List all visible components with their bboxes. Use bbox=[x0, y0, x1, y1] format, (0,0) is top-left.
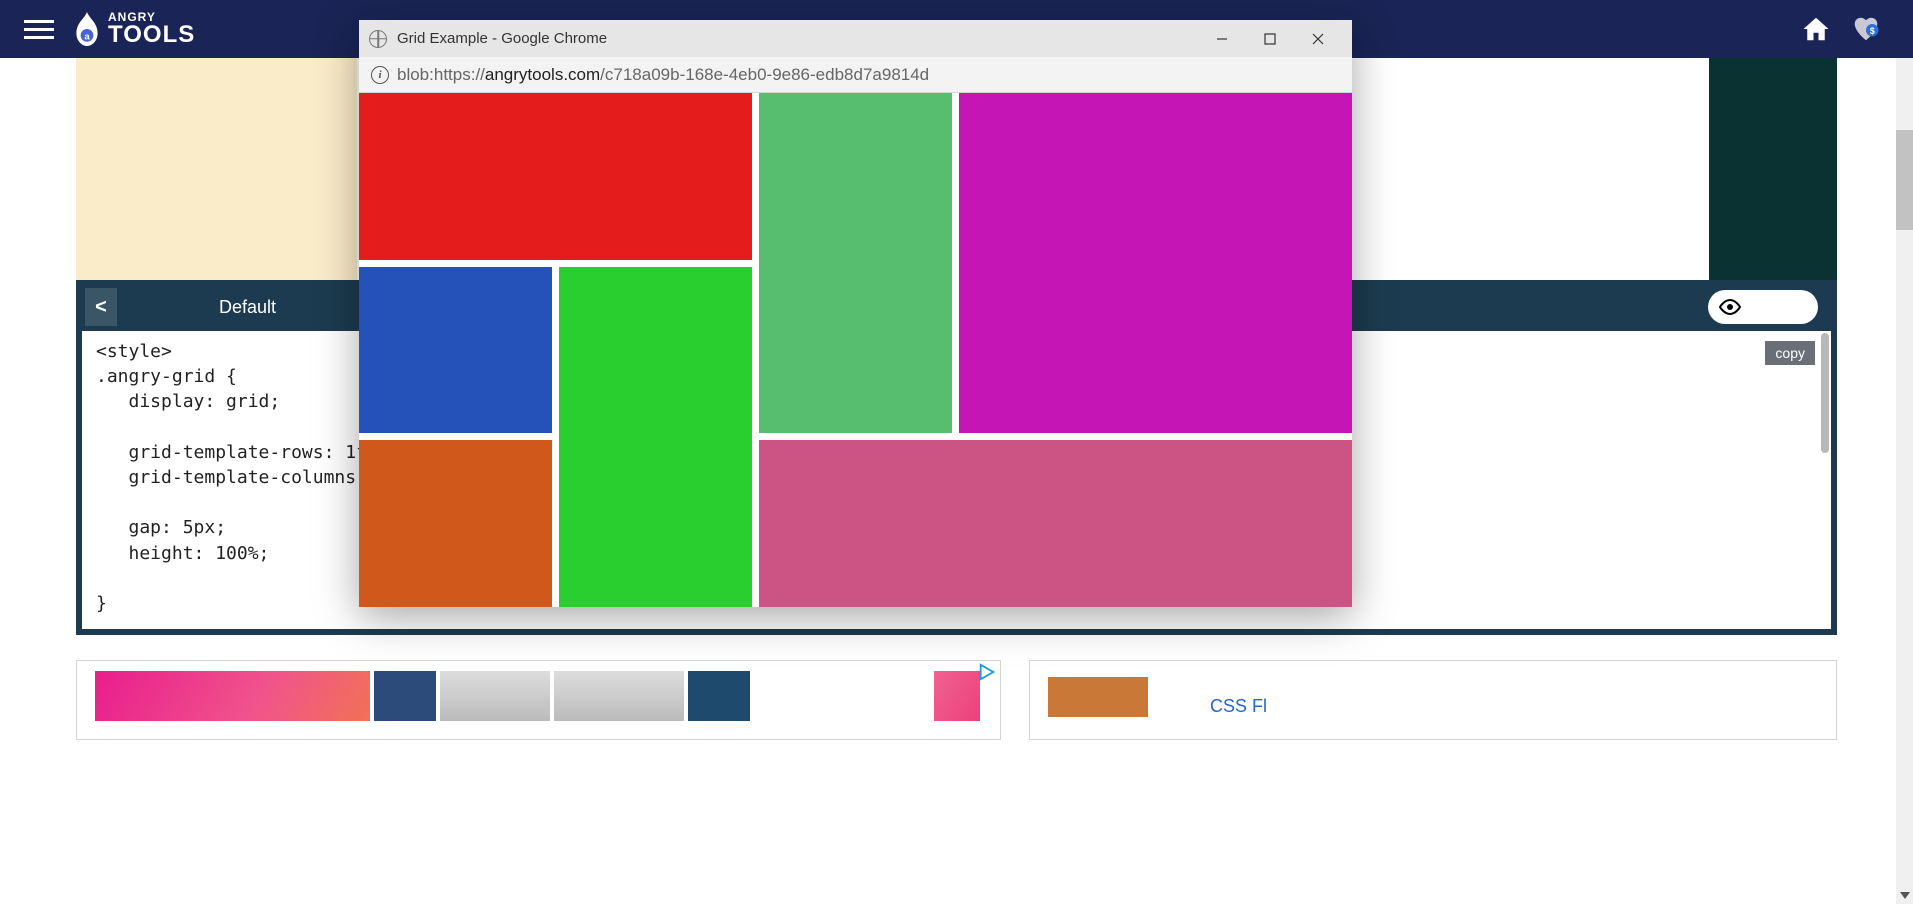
scroll-down-button[interactable] bbox=[1896, 886, 1913, 904]
scrollbar-thumb[interactable] bbox=[1896, 130, 1913, 230]
chrome-popup-window: Grid Example - Google Chrome i blob:http… bbox=[359, 20, 1352, 607]
brand-logo[interactable]: a ANGRY TOOLS bbox=[74, 11, 195, 47]
related-link[interactable]: CSS Fl bbox=[1210, 696, 1267, 717]
close-button[interactable] bbox=[1294, 20, 1342, 57]
preview-toggle-button[interactable] bbox=[1708, 290, 1818, 324]
grid-item-4 bbox=[759, 93, 952, 433]
copy-button[interactable]: copy bbox=[1765, 341, 1815, 365]
flame-icon: a bbox=[74, 12, 100, 46]
maximize-button[interactable] bbox=[1246, 20, 1294, 57]
grid-item-6 bbox=[759, 440, 1352, 607]
preview-cell-right[interactable] bbox=[1709, 58, 1837, 280]
grid-item-2 bbox=[359, 440, 552, 607]
eye-icon bbox=[1718, 295, 1742, 319]
svg-text:a: a bbox=[84, 32, 90, 43]
related-thumbnail bbox=[1048, 677, 1148, 717]
heart-donate-icon[interactable]: $ bbox=[1851, 14, 1881, 44]
ad-card[interactable] bbox=[76, 660, 1001, 740]
grid-item-1 bbox=[359, 267, 552, 434]
svg-text:$: $ bbox=[1870, 26, 1875, 36]
site-info-icon[interactable]: i bbox=[371, 66, 389, 84]
popup-titlebar[interactable]: Grid Example - Google Chrome bbox=[359, 20, 1352, 57]
globe-icon bbox=[369, 30, 387, 48]
minimize-button[interactable] bbox=[1198, 20, 1246, 57]
popup-title: Grid Example - Google Chrome bbox=[397, 30, 607, 47]
preview-cell-left[interactable] bbox=[76, 58, 357, 280]
grid-item-0 bbox=[359, 93, 752, 260]
code-scrollbar[interactable] bbox=[1821, 333, 1829, 453]
page-scrollbar[interactable] bbox=[1896, 0, 1913, 904]
popup-content bbox=[359, 93, 1352, 607]
brand-text-big: TOOLS bbox=[108, 23, 195, 47]
related-card[interactable]: CSS Fl bbox=[1029, 660, 1837, 740]
popup-address-bar[interactable]: i blob:https://angrytools.com/c718a09b-1… bbox=[359, 57, 1352, 93]
grid-item-5 bbox=[959, 93, 1352, 433]
menu-hamburger-icon[interactable] bbox=[12, 12, 62, 47]
prev-tab-button[interactable]: < bbox=[85, 288, 117, 326]
home-icon[interactable] bbox=[1801, 14, 1831, 44]
tab-default[interactable]: Default bbox=[219, 297, 276, 318]
grid-example bbox=[359, 93, 1352, 607]
grid-item-3 bbox=[559, 267, 752, 607]
popup-url: blob:https://angrytools.com/c718a09b-168… bbox=[397, 65, 929, 85]
adchoices-icon[interactable] bbox=[978, 663, 996, 681]
